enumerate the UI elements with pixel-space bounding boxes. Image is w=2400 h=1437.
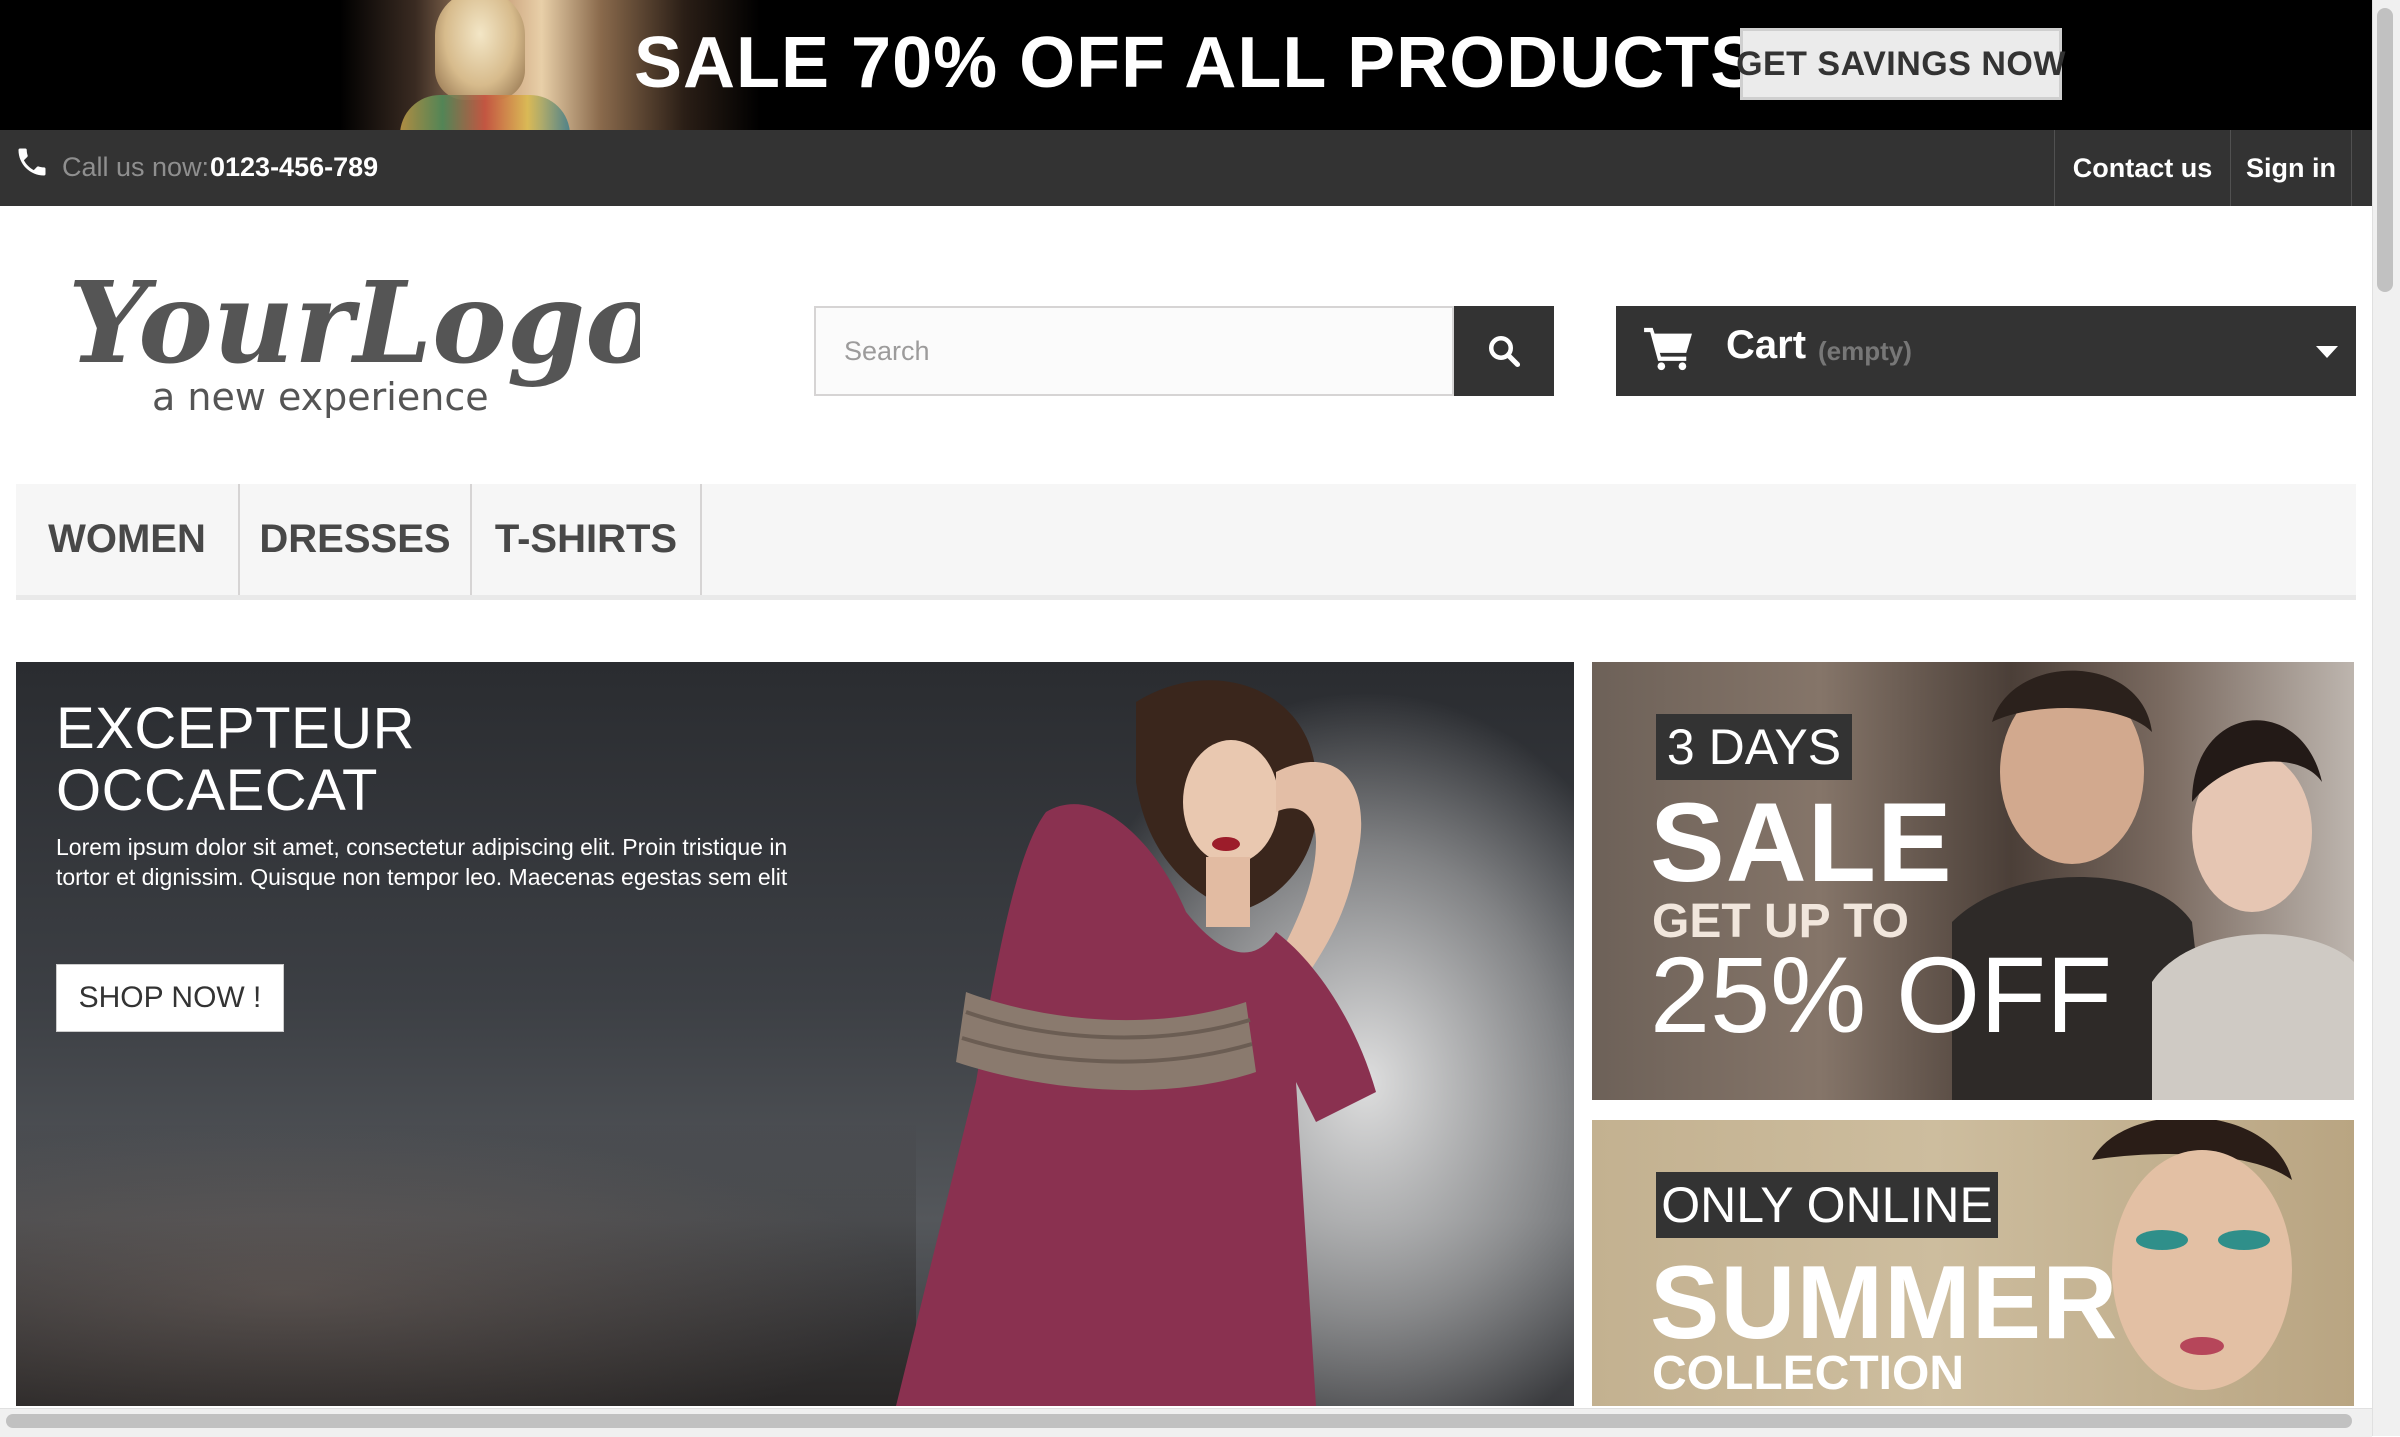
promo-model-hair	[435, 0, 525, 100]
store-logo[interactable]: YourLogo a new experience	[60, 250, 640, 420]
vertical-scroll-thumb[interactable]	[2377, 8, 2393, 292]
sale-banner-tag: 3 DAYS	[1656, 714, 1852, 780]
cart-label: Cart	[1726, 323, 1807, 367]
cart-status: (empty)	[1818, 336, 1912, 366]
cart-icon	[1644, 327, 1692, 371]
sale-banner[interactable]: 3 DAYS SALE GET UP TO 25% OFF	[1592, 662, 2354, 1100]
sale-banner-title: SALE	[1650, 780, 1953, 905]
logo-tagline: a new experience	[152, 375, 489, 419]
phone-icon	[18, 148, 46, 176]
slide-description: Lorem ipsum dolor sit amet, consectetur …	[56, 834, 788, 890]
summer-collection-banner[interactable]: ONLY ONLINE SUMMER COLLECTION	[1592, 1120, 2354, 1406]
get-savings-button[interactable]: GET SAVINGS NOW	[1736, 28, 2065, 100]
menu-item-t-shirts[interactable]: T-SHIRTS	[472, 484, 702, 595]
search-icon	[1489, 336, 1521, 368]
category-menu: WOMEN DRESSES T-SHIRTS	[16, 484, 2356, 600]
slider-model-image	[896, 680, 1376, 1406]
call-us-label: Call us now:	[62, 152, 210, 182]
top-nav-bar: Call us now: 0123-456-789 Contact us Sig…	[0, 130, 2372, 206]
search-button[interactable]	[1454, 306, 1554, 396]
menu-item-dresses[interactable]: DRESSES	[240, 484, 472, 595]
sale-banner-percent: 25% OFF	[1650, 934, 2113, 1055]
cart-button[interactable]: Cart (empty)	[1616, 306, 2356, 396]
logo-wordmark: YourLogo	[68, 258, 640, 389]
contact-us-link[interactable]: Contact us	[2054, 130, 2230, 206]
sign-in-link[interactable]: Sign in	[2230, 130, 2352, 206]
homepage-slider[interactable]: EXCEPTEUR OCCAECAT Lorem ipsum dolor sit…	[16, 662, 1574, 1406]
slide-title: EXCEPTEUR OCCAECAT	[56, 696, 416, 823]
chevron-down-icon[interactable]	[2316, 346, 2338, 358]
summer-banner-subtitle: COLLECTION	[1652, 1347, 1964, 1400]
search-input[interactable]	[814, 306, 1454, 396]
phone-number: 0123-456-789	[210, 152, 379, 182]
promo-model-swimwear	[400, 95, 570, 130]
promo-banner[interactable]: SALE 70% OFF ALL PRODUCTS GET SAVINGS NO…	[0, 0, 2372, 130]
promo-headline: SALE 70% OFF ALL PRODUCTS	[634, 23, 1760, 103]
summer-banner-tag: ONLY ONLINE	[1656, 1172, 1998, 1238]
shop-now-button[interactable]: SHOP NOW !	[56, 964, 284, 1032]
horizontal-scroll-thumb[interactable]	[6, 1414, 2352, 1428]
menu-item-women[interactable]: WOMEN	[16, 484, 240, 595]
